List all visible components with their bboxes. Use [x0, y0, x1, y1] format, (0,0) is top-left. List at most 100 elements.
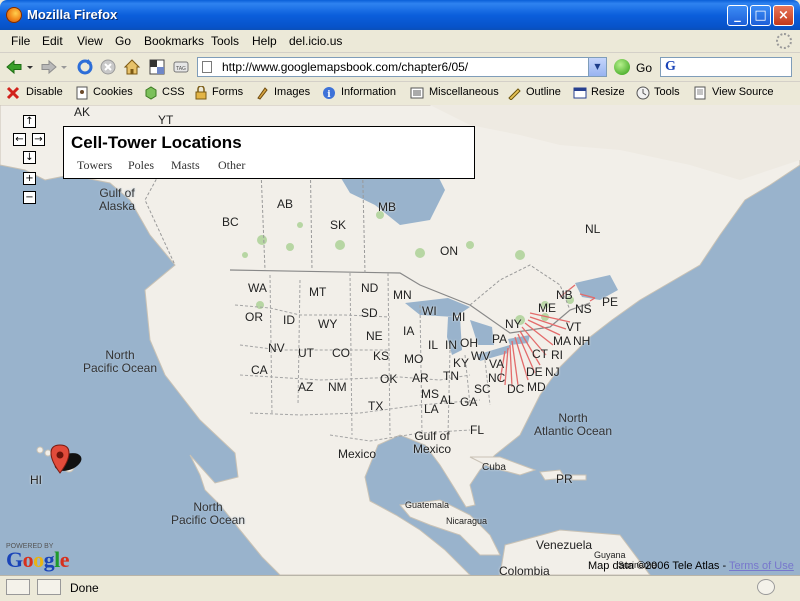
- maximize-button[interactable]: □: [750, 5, 771, 26]
- go-button-label[interactable]: Go: [636, 61, 652, 75]
- reload-icon[interactable]: [76, 58, 94, 76]
- menu-file[interactable]: File: [11, 34, 30, 48]
- tab-masts[interactable]: Masts: [171, 158, 200, 173]
- label-az: AZ: [298, 380, 314, 394]
- label-nicaragua: Nicaragua: [446, 516, 488, 526]
- label-md: MD: [527, 380, 546, 394]
- label-mn: MN: [393, 288, 412, 302]
- pan-right-button[interactable]: →: [32, 133, 45, 146]
- devbar-images[interactable]: Images: [274, 86, 310, 98]
- menu-edit[interactable]: Edit: [42, 34, 63, 48]
- forward-dropdown-icon[interactable]: [60, 58, 68, 76]
- search-input[interactable]: G: [660, 57, 792, 77]
- devbar-tools[interactable]: Tools: [654, 86, 680, 98]
- page-layout-icon[interactable]: [6, 579, 30, 595]
- pan-up-button[interactable]: ↑: [23, 115, 36, 128]
- back-icon[interactable]: [5, 58, 23, 76]
- forward-icon[interactable]: [40, 58, 58, 76]
- label-north-pacific: North Pacific Ocean: [82, 348, 158, 375]
- map-copyright: Map data ©2006 Tele Atlas - Terms of Use: [588, 560, 794, 572]
- throbber-icon: [776, 33, 792, 49]
- menu-tools[interactable]: Tools: [211, 34, 239, 48]
- svg-text:TAG: TAG: [175, 66, 186, 72]
- tab-poles[interactable]: Poles: [128, 158, 154, 173]
- map-marker-pin[interactable]: [50, 444, 84, 474]
- google-search-engine-icon[interactable]: G: [665, 59, 676, 75]
- home-icon[interactable]: [123, 58, 141, 76]
- label-id: ID: [283, 313, 295, 327]
- label-nd: ND: [361, 281, 379, 295]
- label-or: OR: [245, 310, 263, 324]
- devbar-view-source[interactable]: View Source: [712, 86, 774, 98]
- bookmark-page-icon[interactable]: [148, 58, 166, 76]
- tools-icon: [636, 86, 650, 100]
- web-developer-toolbar: Disable Cookies CSS Forms Images i Infor…: [0, 82, 800, 106]
- menu-bookmarks[interactable]: Bookmarks: [144, 34, 204, 48]
- label-ca: CA: [251, 363, 268, 377]
- devbar-resize[interactable]: Resize: [591, 86, 625, 98]
- devbar-disable[interactable]: Disable: [26, 86, 63, 98]
- label-vt: VT: [566, 320, 582, 334]
- cookies-icon: [76, 86, 88, 100]
- stop-icon[interactable]: [99, 58, 117, 76]
- label-wi: WI: [422, 304, 437, 318]
- pan-left-button[interactable]: ←: [13, 133, 26, 146]
- url-text[interactable]: http://www.googlemapsbook.com/chapter6/0…: [222, 60, 468, 74]
- label-nl: NL: [585, 222, 601, 236]
- label-wv: WV: [471, 349, 491, 363]
- devbar-outline[interactable]: Outline: [526, 86, 561, 98]
- label-co: CO: [332, 346, 350, 360]
- minimize-button[interactable]: _: [727, 5, 748, 26]
- map-view[interactable]: AK YT Gulf of Alaska BC AB SK MB ON NL N…: [0, 105, 800, 575]
- menu-go[interactable]: Go: [115, 34, 131, 48]
- label-ak: AK: [74, 105, 91, 119]
- tab-towers[interactable]: Towers: [77, 158, 112, 173]
- menu-view[interactable]: View: [77, 34, 103, 48]
- google-logo[interactable]: POWERED BY Google: [6, 543, 70, 571]
- pan-down-button[interactable]: ↓: [23, 151, 36, 164]
- label-nv: NV: [268, 341, 285, 355]
- address-bar[interactable]: http://www.googlemapsbook.com/chapter6/0…: [197, 57, 607, 77]
- label-sk: SK: [330, 218, 347, 232]
- go-icon[interactable]: [614, 59, 630, 75]
- label-nb: NB: [556, 288, 573, 302]
- label-on: ON: [440, 244, 458, 258]
- information-icon: i: [323, 87, 335, 100]
- close-button[interactable]: ×: [773, 5, 794, 26]
- label-north-pacific-2: North Pacific Ocean: [170, 500, 246, 527]
- devbar-miscellaneous[interactable]: Miscellaneous: [429, 86, 499, 98]
- label-gulf-mexico: Gulf of Mexico: [412, 429, 451, 456]
- devbar-cookies[interactable]: Cookies: [93, 86, 133, 98]
- devbar-forms[interactable]: Forms: [212, 86, 243, 98]
- label-nm: NM: [328, 380, 347, 394]
- devbar-css[interactable]: CSS: [162, 86, 185, 98]
- label-nj: NJ: [545, 365, 560, 379]
- menu-bar: File Edit View Go Bookmarks Tools Help d…: [0, 30, 800, 53]
- label-oh: OH: [460, 336, 478, 350]
- tab-other[interactable]: Other: [218, 158, 245, 173]
- back-dropdown-icon[interactable]: [26, 58, 34, 76]
- label-pr: PR: [556, 472, 573, 486]
- tag-icon[interactable]: TAG: [172, 58, 190, 76]
- devbar-information[interactable]: Information: [341, 86, 396, 98]
- label-la: LA: [424, 402, 439, 416]
- menu-help[interactable]: Help: [252, 34, 277, 48]
- label-wy: WY: [318, 317, 338, 331]
- zoom-out-button[interactable]: −: [23, 191, 36, 204]
- page-icon: [202, 61, 212, 73]
- url-history-dropdown[interactable]: ▼: [588, 58, 606, 76]
- label-ms: MS: [421, 387, 439, 401]
- locations-panel: Cell-Tower Locations Towers Poles Masts …: [63, 126, 475, 179]
- menu-delicious[interactable]: del.icio.us: [289, 34, 342, 48]
- css-toggle-icon[interactable]: [37, 579, 61, 595]
- label-me: ME: [538, 301, 556, 315]
- label-colombia: Colombia: [499, 564, 550, 575]
- terms-of-use-link[interactable]: Terms of Use: [729, 560, 794, 572]
- zoom-in-button[interactable]: +: [23, 172, 36, 185]
- label-fl: FL: [470, 423, 485, 437]
- status-extension-icon[interactable]: [757, 579, 775, 595]
- outline-icon: [508, 88, 521, 100]
- label-mb: MB: [378, 200, 396, 214]
- label-in: IN: [445, 338, 457, 352]
- label-nh: NH: [573, 334, 591, 348]
